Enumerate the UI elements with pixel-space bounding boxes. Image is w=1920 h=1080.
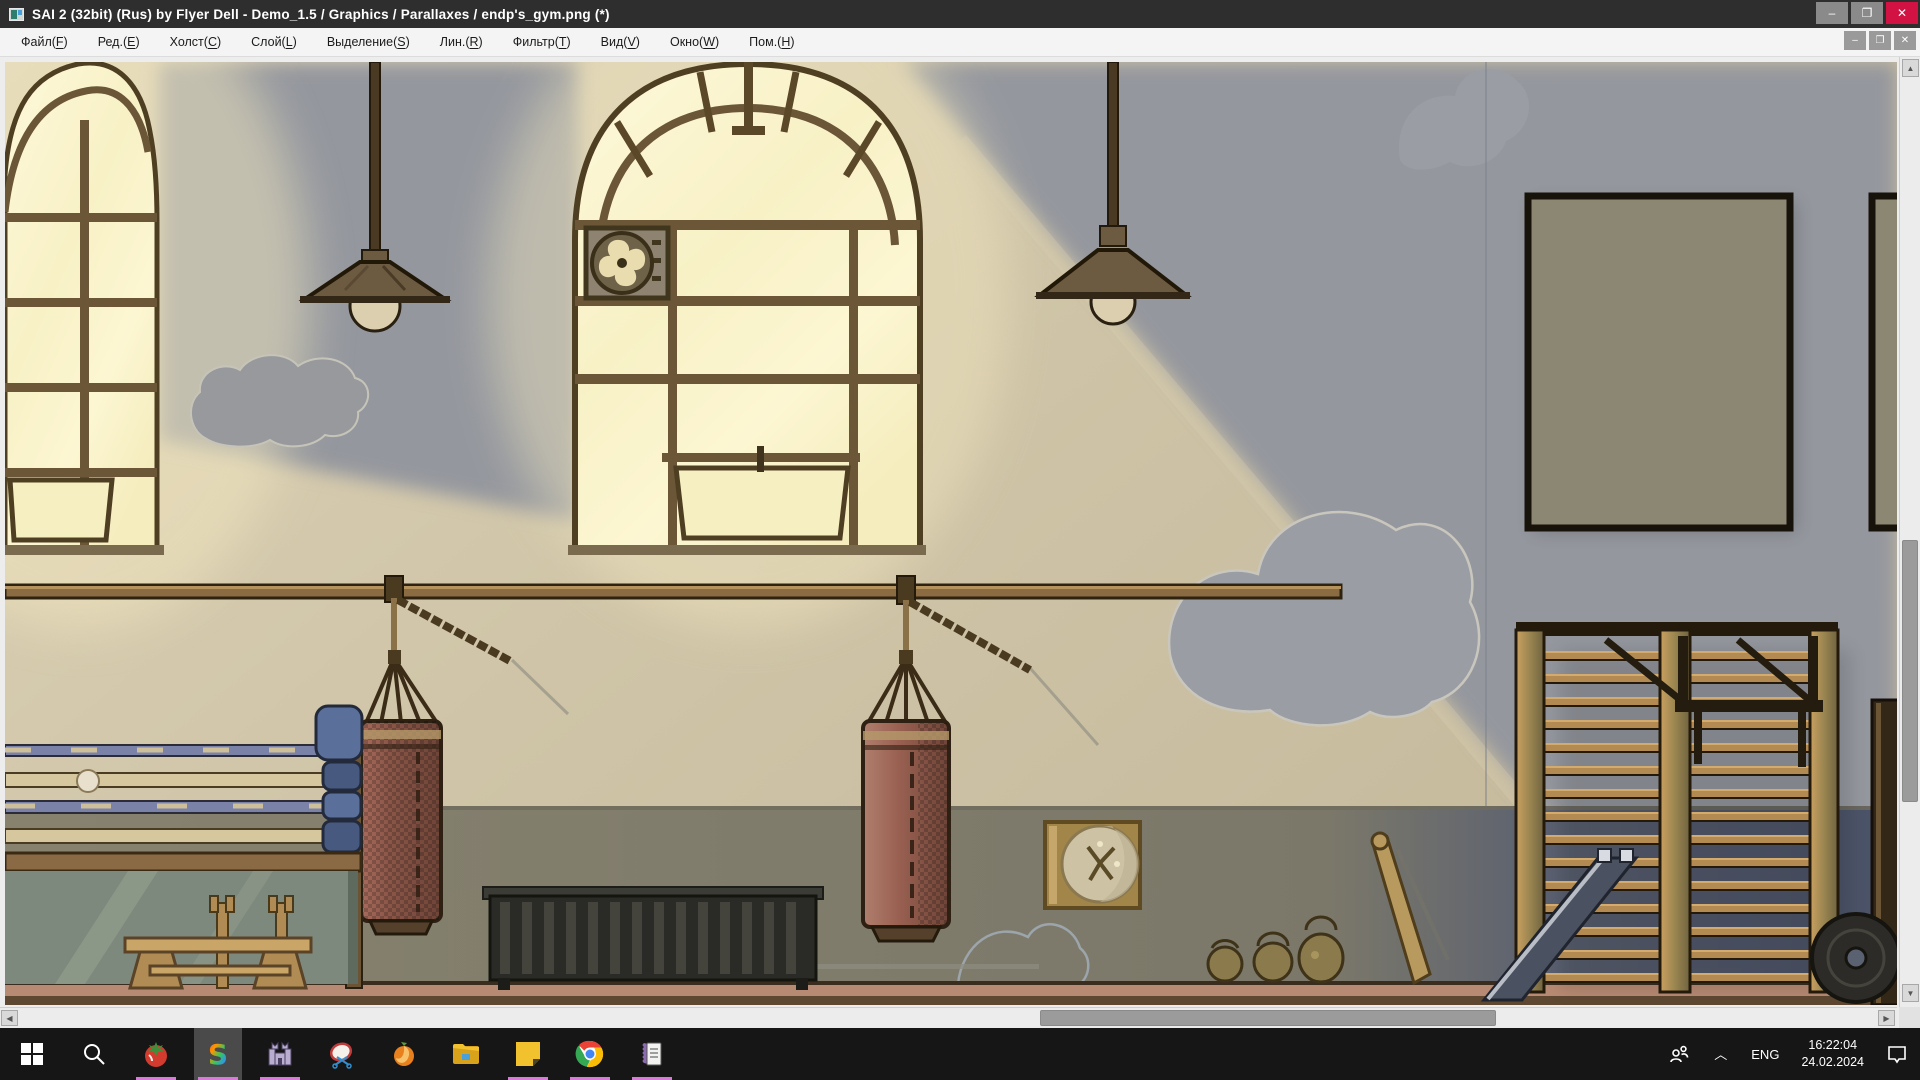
dust-cloud-left <box>191 355 368 446</box>
menu-bar: Файл(F)Ред.(E)Холст(C)Слой(L)Выделение(S… <box>0 28 1920 57</box>
taskbar-icon-notes-doc[interactable] <box>628 1028 676 1080</box>
taskbar-icon-castle-game[interactable] <box>256 1028 304 1080</box>
vertical-scrollbar[interactable]: ▲ ▼ <box>1899 57 1920 1007</box>
language-indicator[interactable]: ENG <box>1739 1028 1791 1080</box>
menu-item-window[interactable]: Окно(W) <box>655 28 734 57</box>
taskbar-icon-file-explorer[interactable] <box>442 1028 490 1080</box>
taskbar-icon-fl-studio[interactable] <box>380 1028 428 1080</box>
picture-frame-partial <box>1872 196 1897 528</box>
arched-window-left <box>5 63 164 555</box>
clock-date: 24.02.2024 <box>1801 1054 1864 1071</box>
workspace: ▲ ▼ ◀ ▶ <box>0 57 1920 1028</box>
notification-center-icon[interactable] <box>1874 1028 1920 1080</box>
title-bar: SAI 2 (32bit) (Rus) by Flyer Dell - Demo… <box>0 0 1920 28</box>
menu-item-edit[interactable]: Ред.(E) <box>83 28 155 57</box>
drawing-canvas[interactable] <box>5 62 1897 1005</box>
tray-chevron-icon[interactable]: ︿ <box>1702 1027 1739 1079</box>
horizontal-scrollbar[interactable]: ◀ ▶ <box>0 1007 1897 1028</box>
menu-item-filter[interactable]: Фильтр(T) <box>498 28 586 57</box>
doc-minimize-button[interactable]: – <box>1844 31 1866 50</box>
system-tray: ︿ ENG 16:22:04 24.02.2024 <box>1656 1028 1920 1080</box>
menu-item-file[interactable]: Файл(F) <box>6 28 83 57</box>
picture-frame <box>1528 196 1796 532</box>
app-icon <box>9 8 24 21</box>
menu-item-selection[interactable]: Выделение(S) <box>312 28 425 57</box>
floor <box>5 996 1897 1005</box>
ring-apron-edge <box>5 853 361 871</box>
taskbar-icon-sticky-notes[interactable] <box>504 1028 552 1080</box>
doc-restore-button[interactable]: ❐ <box>1869 31 1891 50</box>
scroll-down-button[interactable]: ▼ <box>1902 984 1919 1002</box>
window-vent <box>662 446 860 538</box>
arched-window-center <box>568 62 926 555</box>
taskbar-icon-chrome[interactable] <box>566 1028 614 1080</box>
taskbar-icon-start[interactable] <box>8 1028 56 1080</box>
taskbar-icon-sai2[interactable]: S <box>194 1028 242 1080</box>
ventilation-fan <box>586 228 668 298</box>
restore-button[interactable]: ❐ <box>1851 2 1883 24</box>
clock-time: 16:22:04 <box>1801 1037 1864 1054</box>
wall-clock <box>1045 822 1140 908</box>
vertical-scroll-thumb[interactable] <box>1902 540 1918 802</box>
scroll-right-button[interactable]: ▶ <box>1878 1010 1895 1026</box>
taskbar-icon-snip-tool[interactable] <box>318 1028 366 1080</box>
menu-item-view[interactable]: Вид(V) <box>586 28 655 57</box>
taskbar-icon-tomato-app[interactable] <box>132 1028 180 1080</box>
scroll-up-button[interactable]: ▲ <box>1902 59 1919 77</box>
horizontal-scroll-thumb[interactable] <box>1040 1010 1496 1026</box>
menu-item-layer[interactable]: Слой(L) <box>236 28 312 57</box>
svg-text:S: S <box>208 1038 228 1071</box>
menu-item-ruler[interactable]: Лин.(R) <box>425 28 498 57</box>
corner-pads <box>316 706 362 852</box>
tray-people-icon[interactable] <box>1656 1028 1702 1080</box>
menu-item-canvas[interactable]: Холст(C) <box>155 28 237 57</box>
gym-scene <box>5 62 1897 1005</box>
window-title: SAI 2 (32bit) (Rus) by Flyer Dell - Demo… <box>32 7 610 22</box>
weight-plate <box>1812 914 1897 1002</box>
scroll-left-button[interactable]: ◀ <box>1 1010 18 1026</box>
taskbar: S ︿ ENG 16:22:04 24.02.2024 <box>0 1028 1920 1080</box>
minimize-button[interactable]: – <box>1816 2 1848 24</box>
doc-close-button[interactable]: ✕ <box>1894 31 1916 50</box>
clock[interactable]: 16:22:04 24.02.2024 <box>1791 1037 1874 1071</box>
hanging-pole <box>5 585 1341 598</box>
close-button[interactable]: ✕ <box>1886 2 1918 24</box>
menu-item-help[interactable]: Пом.(H) <box>734 28 809 57</box>
scrollbar-corner <box>1899 1007 1920 1028</box>
taskbar-icon-search[interactable] <box>70 1028 118 1080</box>
